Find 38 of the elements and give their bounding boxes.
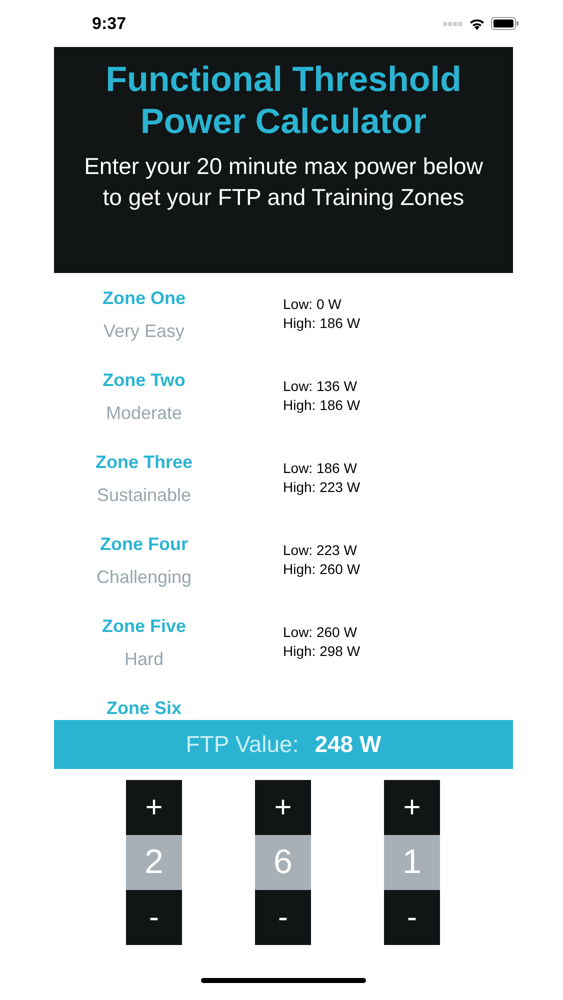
zone-low-power: Low: 223 W	[283, 541, 358, 560]
zone-high-power: High: 260 W	[283, 560, 360, 579]
digit-display: 1	[384, 835, 440, 890]
zone-high-power: High: 186 W	[283, 396, 360, 415]
zone-description: Hard	[124, 648, 164, 670]
zone-low-power: Low: 186 W	[283, 459, 358, 478]
zone-description: Challenging	[96, 566, 192, 588]
zone-low-power: Low: 0 W	[283, 295, 342, 314]
zone-name: Zone Four	[100, 533, 188, 555]
ftp-value: 248 W	[314, 731, 382, 758]
zone-high-power: High: 186 W	[283, 314, 360, 333]
instructions-text: Enter your 20 minute max power below to get your FTP and Training Zones	[84, 152, 484, 212]
increment-button[interactable]: +	[384, 780, 440, 835]
zone-description: Sustainable	[96, 484, 192, 506]
zone-name: Zone Three	[95, 451, 192, 473]
increment-button[interactable]: +	[255, 780, 311, 835]
status-time: 9:37	[92, 14, 126, 34]
decrement-button[interactable]: -	[255, 890, 311, 945]
zone-high-power: High: 223 W	[283, 478, 360, 497]
digit-display: 6	[255, 835, 311, 890]
zone-description: Moderate	[106, 402, 182, 424]
zone-name: Zone Six	[106, 697, 182, 719]
wifi-icon	[469, 18, 485, 30]
decrement-button[interactable]: -	[126, 890, 182, 945]
signal-icon	[443, 20, 463, 26]
zone-name: Zone One	[102, 287, 186, 309]
app-title: Functional Threshold Power Calculator	[104, 59, 462, 143]
zone-low-power: Low: 136 W	[283, 377, 358, 396]
zone-name: Zone Five	[102, 615, 186, 637]
ftp-label: FTP Value:	[186, 731, 299, 758]
increment-button[interactable]: +	[126, 780, 182, 835]
zone-name: Zone Two	[102, 369, 186, 391]
decrement-button[interactable]: -	[384, 890, 440, 945]
zone-high-power: High: 298 W	[283, 642, 360, 661]
zone-description: Very Easy	[103, 320, 185, 342]
battery-icon	[491, 17, 519, 30]
zone-low-power: Low: 260 W	[283, 623, 358, 642]
digit-display: 2	[126, 835, 182, 890]
